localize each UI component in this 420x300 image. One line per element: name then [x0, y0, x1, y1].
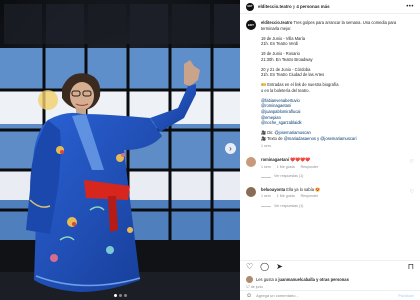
led-wall: [4, 4, 240, 44]
comment-likes[interactable]: 1 Me gusta: [277, 194, 295, 200]
likes-summary: Les gusta a juanmanuelcaballa y otras pe…: [246, 276, 414, 283]
caption-line: o en la boletería del teatro.: [261, 87, 310, 93]
caption-line: 21:30h. En Teatro Broadway: [261, 56, 313, 62]
caption-username[interactable]: elditeccio.teatro: [261, 20, 292, 25]
commenter-username[interactable]: rominagaetani: [261, 157, 289, 162]
author-avatar[interactable]: EDT: [246, 2, 254, 11]
post-media[interactable]: ›: [0, 0, 240, 300]
header-text: elditeccio.teatro y 4 personas más: [258, 4, 330, 9]
carousel-dot: [113, 294, 117, 297]
comment-text: Ella ya lo sabía 😍: [286, 186, 321, 192]
caption-line: 21h. En Teatro Ciudad de las Artes: [261, 72, 325, 78]
post-photo: [0, 0, 240, 300]
comment-body: rominagaetani ❤️❤️❤️❤️ 1 sem 1 Me gusta …: [261, 157, 410, 180]
post-header: EDT elditeccio.teatro y 4 personas más •…: [240, 0, 420, 14]
comment-like-icon[interactable]: ♡: [410, 159, 414, 165]
comment-item: rominagaetani ❤️❤️❤️❤️ 1 sem 1 Me gusta …: [246, 157, 414, 180]
caption: EDT elditeccio.teatro Tres golpes para a…: [246, 20, 414, 150]
comment-likes[interactable]: 1 Me gusta: [277, 165, 295, 171]
share-icon[interactable]: ➤: [276, 262, 283, 271]
likes-prefix: Les gusta a: [256, 277, 278, 282]
post-side-panel: EDT elditeccio.teatro y 4 personas más •…: [240, 0, 420, 300]
reply-button[interactable]: Responder: [301, 194, 319, 200]
comment-meta: 1 sem 1 Me gusta Responder: [261, 194, 410, 200]
post-date: 17 de junio: [246, 285, 264, 289]
carousel-dot: [123, 294, 127, 297]
view-replies-button[interactable]: Ver respuestas (1): [261, 204, 410, 210]
more-options-icon[interactable]: •••: [406, 4, 414, 10]
save-icon[interactable]: ⊓: [408, 262, 414, 271]
comment-time: 1 sem: [261, 164, 271, 169]
liker-avatar[interactable]: [246, 276, 253, 283]
caption-time: 1 sem.: [261, 144, 272, 149]
caption-avatar[interactable]: EDT: [246, 20, 256, 30]
comment-like-icon[interactable]: ♡: [410, 189, 414, 195]
credit-mention[interactable]: @josemariamuscan: [275, 130, 311, 135]
comment-input[interactable]: [256, 293, 399, 298]
caption-body: elditeccio.teatro Tres golpes para arran…: [261, 20, 414, 150]
like-icon[interactable]: ♡: [246, 262, 253, 271]
comment-time: 1 sem: [261, 194, 271, 199]
comments-section[interactable]: EDT elditeccio.teatro Tres golpes para a…: [240, 14, 420, 260]
liker-username[interactable]: juanmanuelcaballa: [278, 277, 315, 282]
coauthors-link[interactable]: 4 personas más: [296, 4, 329, 9]
carousel-dot: [118, 294, 122, 297]
carousel-dots: [0, 294, 240, 297]
comment-meta: 1 sem 1 Me gusta Responder: [261, 165, 410, 171]
comment-body: beluoayonta Ella ya lo sabía 😍 1 sem 1 M…: [261, 187, 410, 210]
post-comment-button[interactable]: Publicar: [398, 293, 414, 298]
post-actions-bar: ♡ ◯ ➤ ⊓: [240, 260, 420, 272]
caption-tag[interactable]: @noche_sgarzablaidk: [261, 120, 414, 126]
commenter-username[interactable]: beluoayonta: [261, 187, 285, 192]
credit-prefix: 🎥 Dir.: [261, 130, 274, 136]
commenter-avatar[interactable]: [246, 186, 256, 197]
header-and: y: [292, 4, 296, 9]
view-replies-button[interactable]: Ver respuestas (1): [261, 174, 410, 180]
credit-mention[interactable]: @mariadasaenos y @josemariamuscari: [284, 136, 357, 141]
credit-prefix: 🎥 Texto de: [261, 135, 283, 141]
comment-item: beluoayonta Ella ya lo sabía 😍 1 sem 1 M…: [246, 186, 414, 210]
likes-others-link[interactable]: y otras personas: [316, 277, 349, 282]
author-username[interactable]: elditeccio.teatro: [258, 4, 292, 9]
caption-line: 21h. En Teatro Verdi: [261, 41, 299, 47]
add-comment-bar: ☺ Publicar: [240, 290, 420, 300]
emoji-icon[interactable]: ☺: [246, 293, 252, 299]
carousel-next-button[interactable]: ›: [225, 143, 236, 154]
comment-text: ❤️❤️❤️❤️: [290, 157, 311, 163]
comment-icon[interactable]: ◯: [260, 262, 269, 271]
reply-button[interactable]: Responder: [301, 165, 319, 171]
commenter-avatar[interactable]: [246, 157, 256, 168]
